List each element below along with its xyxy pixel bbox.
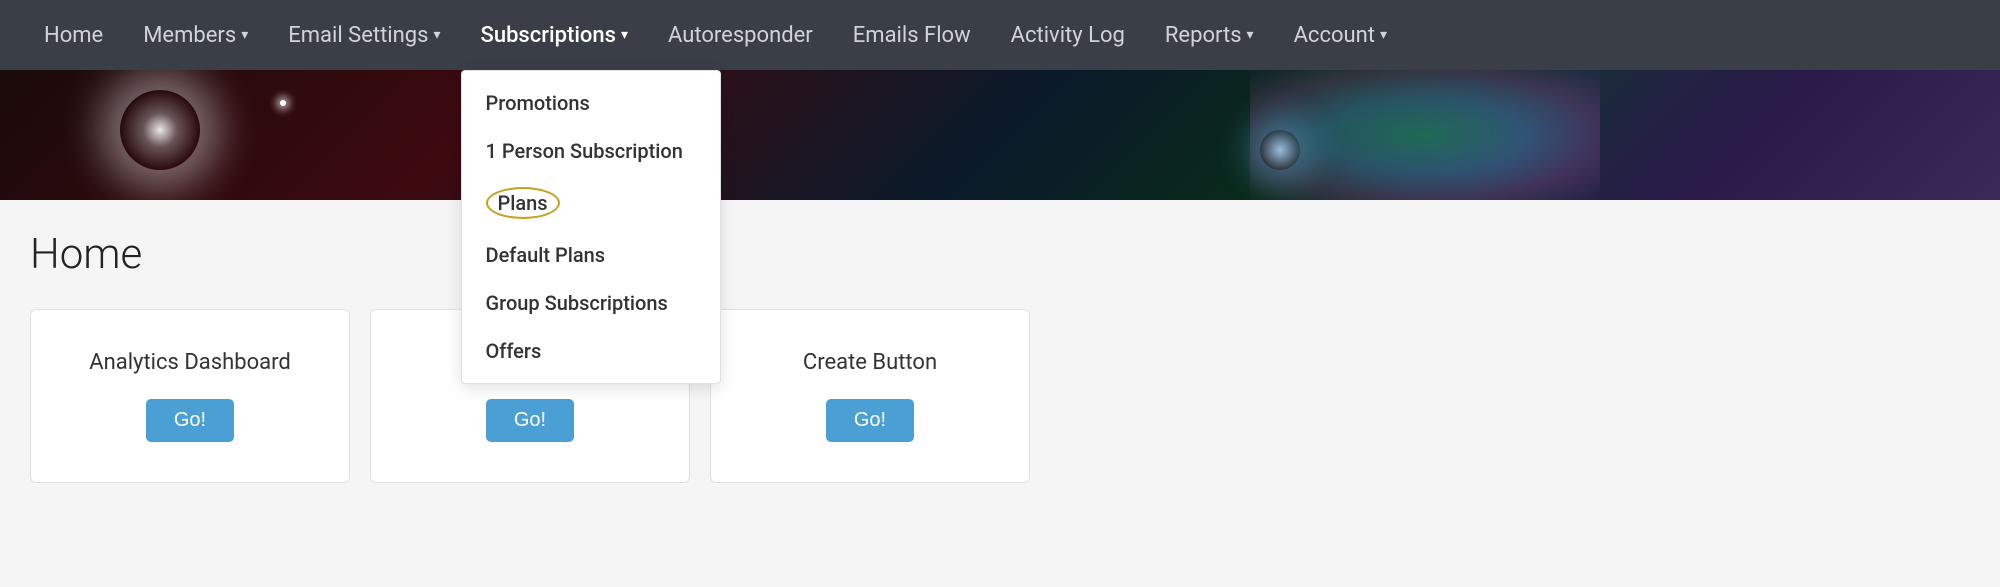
main-content: Home Analytics Dashboard Go! ate Promoti… (0, 200, 2000, 587)
nav-item-emails-flow[interactable]: Emails Flow (833, 0, 991, 70)
star-icon (280, 100, 286, 106)
dropdown-item-1person[interactable]: 1 Person Subscription (462, 127, 720, 175)
card-create-button: Create Button Go! (710, 309, 1030, 483)
nav-item-autoresponder[interactable]: Autoresponder (648, 0, 833, 70)
hero-banner (0, 70, 2000, 200)
dropdown-item-promotions[interactable]: Promotions (462, 79, 720, 127)
email-settings-caret-icon: ▾ (433, 27, 440, 43)
nav-item-reports[interactable]: Reports ▾ (1145, 0, 1274, 70)
page-title: Home (30, 230, 1970, 279)
cards-row: Analytics Dashboard Go! ate Promotion Go… (30, 309, 1970, 483)
subscriptions-caret-icon: ▾ (621, 27, 628, 43)
dropdown-item-default-plans[interactable]: Default Plans (462, 231, 720, 279)
card-analytics: Analytics Dashboard Go! (30, 309, 350, 483)
nav-item-activity-log[interactable]: Activity Log (991, 0, 1145, 70)
main-nav: Home Members ▾ Email Settings ▾ Subscrip… (0, 0, 2000, 70)
dropdown-item-offers[interactable]: Offers (462, 327, 720, 375)
card-create-button-button[interactable]: Go! (826, 399, 914, 442)
subscriptions-dropdown: Promotions 1 Person Subscription Plans D… (461, 70, 721, 384)
nav-item-subscriptions[interactable]: Subscriptions ▾ Promotions 1 Person Subs… (461, 0, 649, 70)
card-create-button-title: Create Button (803, 350, 937, 375)
dropdown-item-group-subscriptions[interactable]: Group Subscriptions (462, 279, 720, 327)
card-analytics-button[interactable]: Go! (146, 399, 234, 442)
members-caret-icon: ▾ (241, 27, 248, 43)
nav-item-account[interactable]: Account ▾ (1274, 0, 1407, 70)
account-caret-icon: ▾ (1380, 27, 1387, 43)
nav-item-members[interactable]: Members ▾ (123, 0, 268, 70)
nebula-decoration (1250, 70, 1600, 200)
plans-highlight: Plans (486, 187, 560, 219)
reports-caret-icon: ▾ (1247, 27, 1254, 43)
nav-item-email-settings[interactable]: Email Settings ▾ (268, 0, 460, 70)
dropdown-item-plans[interactable]: Plans (462, 175, 720, 231)
card-create-promotion-button[interactable]: Go! (486, 399, 574, 442)
nav-item-home[interactable]: Home (24, 0, 123, 70)
card-analytics-title: Analytics Dashboard (89, 350, 291, 375)
